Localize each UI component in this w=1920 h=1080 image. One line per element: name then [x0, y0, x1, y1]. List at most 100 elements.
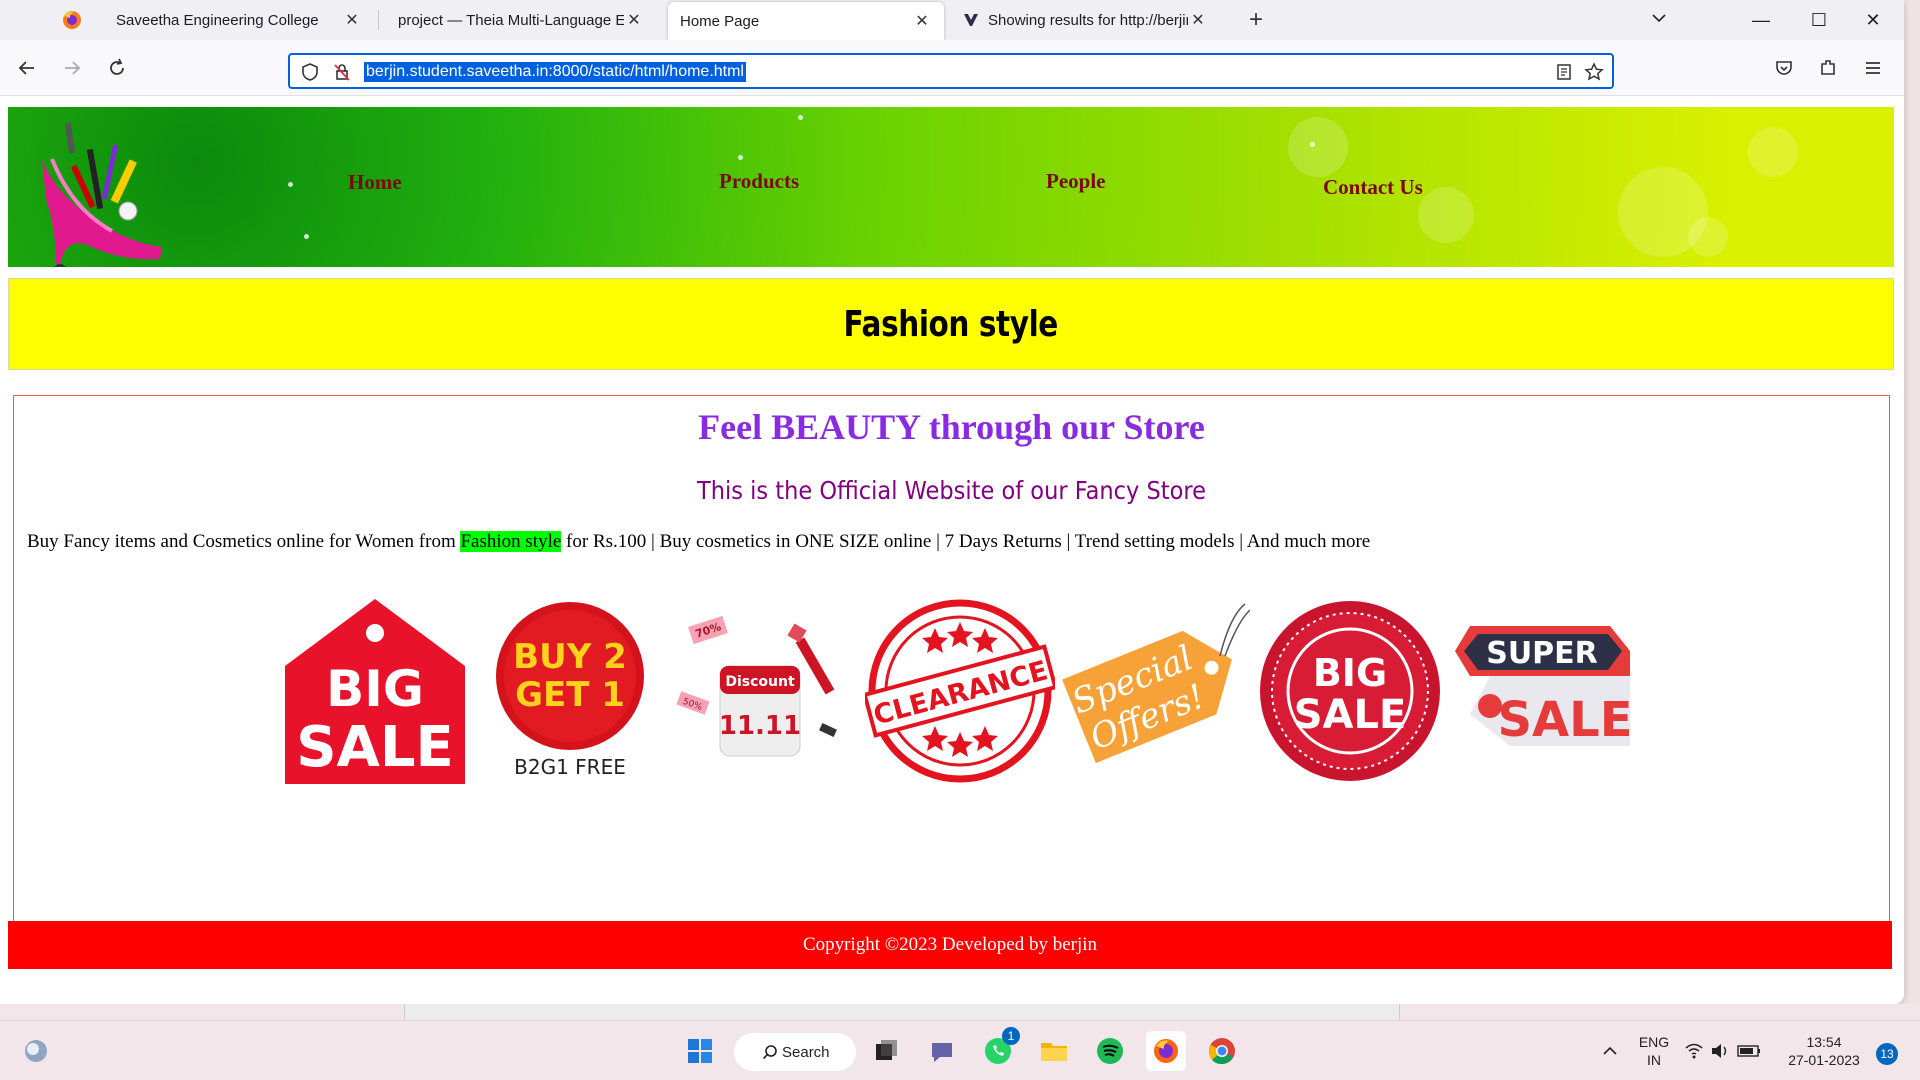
- new-tab-button[interactable]: +: [1240, 4, 1272, 36]
- page-subheading: This is the Official Website of our Fanc…: [697, 476, 1206, 505]
- site-banner: Fashion style: [8, 278, 1894, 370]
- minimize-button[interactable]: —: [1734, 0, 1788, 40]
- buy2-text: BUY 2: [513, 637, 627, 677]
- nav-people-link[interactable]: People: [1046, 169, 1105, 194]
- web-page: Home Products People Contact Us Fashion …: [0, 97, 1904, 1004]
- sale-text: SALE: [1497, 692, 1632, 748]
- background-window: [404, 1004, 1400, 1020]
- volume-icon: [1712, 1044, 1727, 1058]
- chrome-icon[interactable]: [1202, 1031, 1242, 1071]
- close-window-button[interactable]: ✕: [1846, 0, 1900, 40]
- main-content: Feel BEAUTY through our Store This is th…: [13, 395, 1890, 955]
- copyright-text: Copyright ©2023 Developed by berjin: [802, 934, 1098, 955]
- search-label: Search: [782, 1043, 830, 1061]
- wifi-icon: [1685, 1043, 1703, 1059]
- bokeh: [1418, 187, 1474, 243]
- taskbar-search[interactable]: Search: [734, 1033, 856, 1071]
- chevron-down-icon[interactable]: [1632, 0, 1686, 40]
- page-heading: Feel BEAUTY through our Store: [698, 407, 1205, 447]
- super-text: SUPER: [1486, 636, 1598, 671]
- reader-view-icon[interactable]: [1554, 62, 1574, 82]
- sale-text: SALE: [296, 715, 454, 780]
- big-text: BIG: [326, 660, 424, 718]
- maximize-button[interactable]: ☐: [1792, 0, 1846, 40]
- sale-text: SALE: [1294, 692, 1407, 738]
- chevron-up-icon[interactable]: [1590, 1031, 1630, 1071]
- forward-icon[interactable]: [56, 52, 88, 84]
- widgets-icon[interactable]: [16, 1031, 56, 1071]
- bokeh: [1288, 117, 1348, 177]
- bokeh: [1310, 142, 1315, 147]
- bokeh: [304, 234, 309, 239]
- favicon-icon: [964, 14, 978, 26]
- high-heel-logo: [42, 122, 162, 267]
- buy2get1-badge-image: BUY 2 GET 1 B2G1 FREE: [496, 602, 644, 779]
- bokeh: [1748, 127, 1798, 177]
- tab-strip: Saveetha Engineering College ✕ project —…: [0, 0, 1904, 40]
- back-icon[interactable]: [11, 52, 43, 84]
- close-icon[interactable]: ✕: [342, 10, 362, 30]
- teams-chat-icon[interactable]: [922, 1031, 962, 1071]
- store-description: Buy Fancy items and Cosmetics online for…: [27, 531, 1370, 553]
- close-icon[interactable]: ✕: [624, 10, 644, 30]
- clock[interactable]: 13:54 27-01-2023: [1784, 1033, 1864, 1069]
- tab-label: Home Page: [680, 12, 760, 30]
- banner-title: Fashion style: [843, 303, 1059, 345]
- whatsapp-icon[interactable]: 1: [978, 1027, 1020, 1071]
- big-sale-tag-image: BIG SALE: [285, 599, 465, 784]
- bokeh: [288, 182, 293, 187]
- big-sale-seal-image: BIG SALE: [1260, 601, 1440, 781]
- sale-badges-row: BIG SALE BUY 2 GET 1 B2G1 FREE 70% 50% D…: [280, 596, 1640, 786]
- task-view-icon[interactable]: [866, 1031, 906, 1071]
- address-bar[interactable]: berjin.student.saveetha.in:8000/static/h…: [288, 53, 1614, 89]
- nav-home-link[interactable]: Home: [348, 170, 402, 195]
- file-explorer-icon[interactable]: [1034, 1031, 1074, 1071]
- reload-icon[interactable]: [101, 52, 133, 84]
- tab-label: project — Theia Multi-Language Ex: [398, 11, 624, 29]
- insecure-lock-icon[interactable]: [332, 62, 352, 82]
- language-code: ENG: [1638, 1034, 1670, 1050]
- discount-calendar-image: 70% 50% Discount 11.11: [676, 615, 837, 757]
- battery-icon: [1737, 1045, 1760, 1057]
- notification-badge[interactable]: 13: [1876, 1043, 1898, 1065]
- tab-home-page[interactable]: Home Page ✕: [668, 2, 944, 40]
- background-window-strip: [0, 1004, 1920, 1020]
- firefox-view-icon[interactable]: [60, 8, 84, 32]
- site-footer: Copyright ©2023 Developed by berjin: [8, 921, 1892, 969]
- desc-text: for Rs.100 | Buy cosmetics in ONE SIZE o…: [561, 531, 1371, 552]
- menu-icon[interactable]: [1857, 52, 1889, 84]
- system-tray-icons[interactable]: [1682, 1031, 1766, 1071]
- pocket-icon[interactable]: [1768, 52, 1800, 84]
- spotify-icon[interactable]: [1090, 1031, 1130, 1071]
- bokeh: [1688, 217, 1728, 257]
- date-1111-text: 11.11: [719, 711, 801, 741]
- taskbar: Search 1 ENG IN 13:54 27-01-2023 13: [0, 1020, 1920, 1080]
- tab-label: Saveetha Engineering College: [116, 11, 319, 29]
- url-text[interactable]: berjin.student.saveetha.in:8000/static/h…: [364, 62, 746, 82]
- bokeh: [738, 155, 743, 160]
- bokeh: [798, 115, 803, 120]
- clock-time: 13:54: [1806, 1034, 1842, 1050]
- big-text: BIG: [1313, 651, 1387, 695]
- nav-products-link[interactable]: Products: [719, 169, 799, 194]
- desc-text: Buy Fancy items and Cosmetics online for…: [27, 531, 461, 552]
- site-header: Home Products People Contact Us: [8, 107, 1894, 267]
- search-icon: [762, 1045, 777, 1060]
- extensions-icon[interactable]: [1812, 52, 1844, 84]
- tab-theia[interactable]: project — Theia Multi-Language Ex ✕: [386, 0, 656, 40]
- special-offers-tag-image: Special Offers!: [1062, 603, 1250, 764]
- close-icon[interactable]: ✕: [1188, 10, 1208, 30]
- get1-text: GET 1: [515, 675, 625, 715]
- close-icon[interactable]: ✕: [912, 11, 932, 31]
- start-windows-icon[interactable]: [680, 1031, 720, 1071]
- bookmark-star-icon[interactable]: [1584, 62, 1604, 82]
- language-indicator[interactable]: ENG IN: [1636, 1033, 1672, 1069]
- nav-contact-link[interactable]: Contact Us: [1323, 175, 1423, 200]
- tab-showing-results[interactable]: Showing results for http://berjin ✕: [950, 0, 1220, 40]
- b2g1-caption: B2G1 FREE: [514, 755, 626, 779]
- tab-saveetha[interactable]: Saveetha Engineering College ✕: [104, 0, 374, 40]
- firefox-taskbar-icon[interactable]: [1146, 1031, 1186, 1071]
- shield-icon[interactable]: [300, 62, 320, 82]
- region-code: IN: [1647, 1052, 1661, 1068]
- tab-divider: [378, 10, 379, 30]
